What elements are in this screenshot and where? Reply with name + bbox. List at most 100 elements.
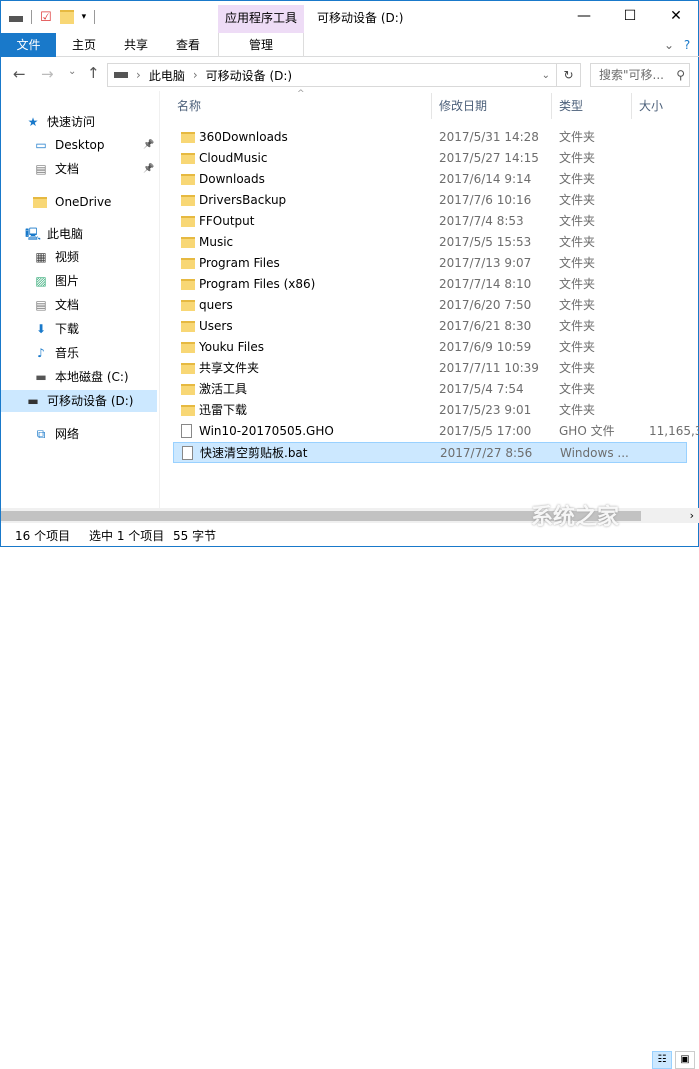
file-row[interactable]: 激活工具 2017/5/4 7:54 文件夹 bbox=[173, 379, 687, 400]
refresh-button[interactable]: ↻ bbox=[557, 63, 581, 87]
breadcrumb-this-pc[interactable]: 此电脑 bbox=[149, 67, 185, 84]
maximize-button[interactable]: ☐ bbox=[607, 1, 653, 31]
drive-icon[interactable] bbox=[9, 16, 23, 22]
nav-item[interactable]: ▬ 本地磁盘 (C:) bbox=[1, 366, 157, 388]
file-row[interactable]: Music 2017/5/5 15:53 文件夹 bbox=[173, 232, 687, 253]
search-placeholder: 搜索"可移... bbox=[599, 68, 664, 82]
tab-view[interactable]: 查看 bbox=[165, 33, 211, 57]
new-folder-icon[interactable] bbox=[59, 10, 74, 24]
address-bar[interactable]: › 此电脑 › 可移动设备 (D:) ⌄ bbox=[107, 63, 557, 87]
recent-chevron-icon[interactable]: ⌄ bbox=[68, 66, 76, 77]
file-row[interactable]: quers 2017/6/20 7:50 文件夹 bbox=[173, 295, 687, 316]
details-view-icon[interactable]: ☷ bbox=[652, 1051, 672, 1069]
folder-icon bbox=[181, 405, 195, 416]
folder-icon bbox=[181, 342, 195, 353]
pin-icon[interactable]: 📌 bbox=[143, 134, 154, 156]
forward-icon[interactable]: → bbox=[41, 65, 54, 83]
nav-item[interactable]: ▬ 可移动设备 (D:) bbox=[1, 390, 157, 412]
nav-item-label: 网络 bbox=[55, 427, 80, 441]
file-date: 2017/6/21 8:30 bbox=[439, 319, 532, 333]
column-header-type[interactable]: 类型 bbox=[559, 93, 583, 119]
ribbon-tabs: 文件 主页 共享 查看 管理 ⌄ ? bbox=[1, 33, 699, 57]
document-icon: ▤ bbox=[35, 162, 47, 176]
address-dropdown-icon[interactable]: ⌄ bbox=[542, 70, 550, 81]
file-row[interactable]: 快速清空剪贴板.bat 2017/7/27 8:56 Windows ... bbox=[173, 442, 687, 463]
nav-item[interactable]: ▤ 文档 bbox=[1, 294, 157, 316]
file-date: 2017/5/5 17:00 bbox=[439, 424, 532, 438]
file-type: 文件夹 bbox=[559, 277, 596, 291]
divider bbox=[631, 93, 632, 119]
file-name: 快速清空剪贴板.bat bbox=[200, 446, 308, 460]
window-title: 可移动设备 (D:) bbox=[317, 11, 404, 25]
video-icon: ▦ bbox=[35, 250, 47, 264]
file-size: 11,165,32 bbox=[649, 424, 699, 438]
nav-item[interactable]: ▨ 图片 bbox=[1, 270, 157, 292]
chevron-down-icon[interactable]: ⌄ bbox=[661, 33, 677, 57]
nav-item-label: OneDrive bbox=[55, 195, 112, 209]
batch-file-icon bbox=[182, 446, 193, 460]
folder-icon bbox=[181, 321, 195, 332]
computer-icon: 🖳 bbox=[25, 227, 42, 241]
chevron-down-icon[interactable]: ▾ bbox=[82, 12, 87, 22]
back-icon[interactable]: ← bbox=[13, 65, 26, 83]
column-header-date[interactable]: 修改日期 bbox=[439, 93, 487, 119]
file-name: Youku Files bbox=[199, 340, 265, 354]
nav-item-label: Desktop bbox=[55, 138, 105, 152]
file-date: 2017/5/23 9:01 bbox=[439, 403, 532, 417]
search-input[interactable]: 搜索"可移... ⚲ bbox=[590, 63, 690, 87]
nav-item[interactable]: ▤ 文档 📌 bbox=[1, 158, 157, 180]
file-row[interactable]: Win10-20170505.GHO 2017/5/5 17:00 GHO 文件 11… bbox=[173, 421, 699, 442]
nav-item-label: 可移动设备 (D:) bbox=[47, 394, 134, 408]
file-row[interactable]: Users 2017/6/21 8:30 文件夹 bbox=[173, 316, 687, 337]
up-icon[interactable]: ↑ bbox=[87, 64, 100, 82]
minimize-button[interactable]: — bbox=[561, 1, 607, 31]
close-button[interactable]: ✕ bbox=[653, 1, 699, 31]
nav-item[interactable]: ♪ 音乐 bbox=[1, 342, 157, 364]
nav-item[interactable]: 🖳 此电脑 bbox=[1, 223, 157, 245]
nav-item[interactable]: OneDrive bbox=[1, 191, 157, 213]
folder-icon bbox=[181, 237, 195, 248]
file-row[interactable]: 共享文件夹 2017/7/11 10:39 文件夹 bbox=[173, 358, 687, 379]
usb-drive-icon: ▬ bbox=[27, 394, 39, 408]
nav-item[interactable]: ★ 快速访问 bbox=[1, 111, 157, 133]
file-name: Program Files bbox=[199, 256, 280, 270]
file-date: 2017/6/20 7:50 bbox=[439, 298, 532, 312]
file-row[interactable]: Downloads 2017/6/14 9:14 文件夹 bbox=[173, 169, 687, 190]
file-row[interactable]: FFOutput 2017/7/4 8:53 文件夹 bbox=[173, 211, 687, 232]
file-type: 文件夹 bbox=[559, 214, 596, 228]
file-row[interactable]: 360Downloads 2017/5/31 14:28 文件夹 bbox=[173, 127, 687, 148]
file-row[interactable]: Youku Files 2017/6/9 10:59 文件夹 bbox=[173, 337, 687, 358]
properties-icon[interactable]: ☑ bbox=[40, 10, 52, 25]
file-type: 文件夹 bbox=[559, 151, 596, 165]
file-row[interactable]: CloudMusic 2017/5/27 14:15 文件夹 bbox=[173, 148, 687, 169]
nav-item[interactable]: ⬇ 下载 bbox=[1, 318, 157, 340]
divider bbox=[431, 93, 432, 119]
scroll-right-icon[interactable]: › bbox=[690, 508, 694, 523]
column-header-size[interactable]: 大小 bbox=[639, 93, 663, 119]
tab-file[interactable]: 文件 bbox=[1, 33, 56, 57]
nav-item[interactable]: ▭ Desktop 📌 bbox=[1, 134, 157, 156]
nav-item-label: 此电脑 bbox=[47, 227, 84, 241]
file-icon bbox=[181, 424, 192, 438]
file-row[interactable]: Program Files (x86) 2017/7/14 8:10 文件夹 bbox=[173, 274, 687, 295]
file-type: 文件夹 bbox=[559, 298, 596, 312]
nav-item-label: 图片 bbox=[55, 274, 80, 288]
file-row[interactable]: 迅雷下载 2017/5/23 9:01 文件夹 bbox=[173, 400, 687, 421]
nav-item[interactable]: ⧉ 网络 bbox=[1, 423, 157, 445]
drive-icon bbox=[114, 72, 128, 78]
nav-item[interactable]: ▦ 视频 bbox=[1, 246, 157, 268]
tab-share[interactable]: 共享 bbox=[113, 33, 159, 57]
tab-home[interactable]: 主页 bbox=[61, 33, 107, 57]
column-header-name[interactable]: 名称 bbox=[177, 93, 201, 119]
file-row[interactable]: DriversBackup 2017/7/6 10:16 文件夹 bbox=[173, 190, 687, 211]
large-icons-view-icon[interactable]: ▣ bbox=[675, 1051, 695, 1069]
file-name: 激活工具 bbox=[199, 382, 248, 396]
divider bbox=[94, 10, 96, 24]
help-icon[interactable]: ? bbox=[679, 33, 695, 57]
tab-manage[interactable]: 管理 bbox=[218, 33, 304, 57]
pin-icon[interactable]: 📌 bbox=[143, 158, 154, 180]
breadcrumb-drive[interactable]: 可移动设备 (D:) bbox=[206, 67, 292, 84]
breadcrumb-separator-icon: › bbox=[136, 68, 141, 82]
file-row[interactable]: Program Files 2017/7/13 9:07 文件夹 bbox=[173, 253, 687, 274]
navigation-bar: ← → ⌄ ↑ › 此电脑 › 可移动设备 (D:) ⌄ ↻ 搜索"可移... … bbox=[1, 63, 699, 89]
